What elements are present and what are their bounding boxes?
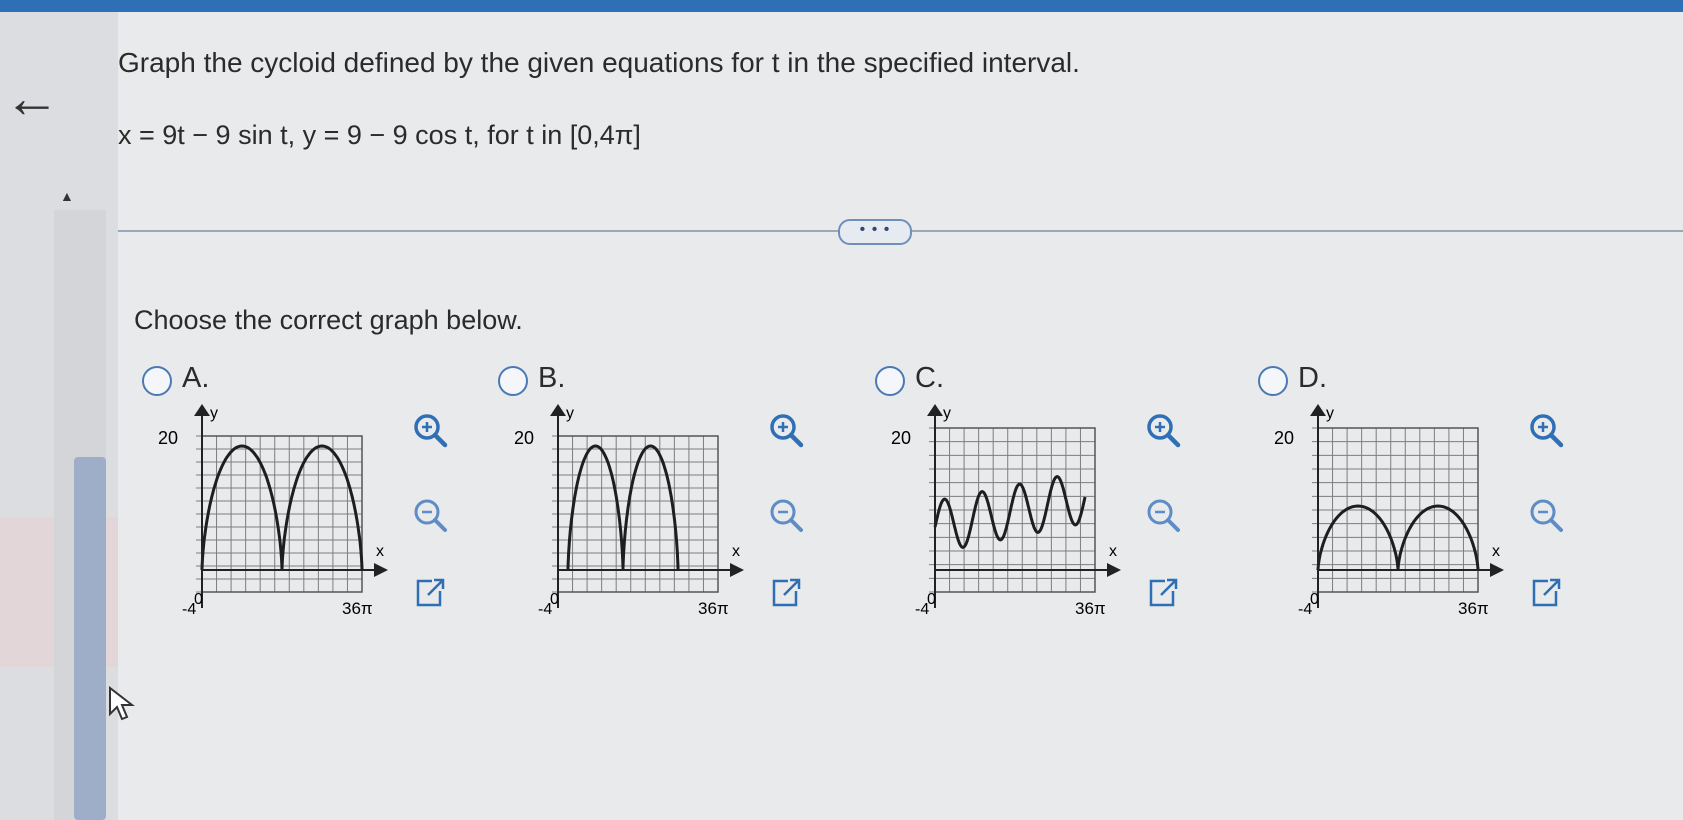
option-a-label: A. bbox=[182, 362, 210, 394]
curve-path bbox=[566, 444, 680, 570]
x-tick-max: 36π bbox=[342, 599, 373, 618]
y-tick-0: 0 bbox=[194, 591, 203, 608]
question-title: Graph the cycloid defined by the given e… bbox=[118, 47, 1080, 78]
curve-path bbox=[200, 444, 364, 570]
option-d-radio[interactable] bbox=[1258, 366, 1288, 396]
y-axis-label: y bbox=[1326, 405, 1334, 422]
option-d-graph[interactable]: y x 20 -4 0 36π bbox=[1258, 400, 1518, 625]
x-axis-label: x bbox=[376, 543, 384, 560]
zoom-in-icon[interactable] bbox=[1143, 410, 1183, 450]
zoom-out-icon[interactable] bbox=[766, 495, 806, 535]
curve-path bbox=[1316, 504, 1480, 570]
graph-svg: y x 20 -4 0 36π bbox=[158, 404, 388, 618]
y-tick-20: 20 bbox=[514, 428, 534, 448]
zoom-out-icon[interactable] bbox=[1526, 495, 1566, 535]
graph-svg: y x 20 -4 0 36π bbox=[891, 404, 1121, 618]
x-axis-arrow bbox=[730, 563, 744, 577]
y-axis-arrow bbox=[927, 404, 943, 416]
option-b-label: B. bbox=[538, 362, 566, 394]
x-axis-arrow bbox=[1490, 563, 1504, 577]
y-tick-0: 0 bbox=[1310, 591, 1319, 608]
y-axis-label: y bbox=[210, 405, 218, 422]
x-tick-max: 36π bbox=[1458, 599, 1489, 618]
zoom-out-icon[interactable] bbox=[1143, 495, 1183, 535]
x-tick-max: 36π bbox=[698, 599, 729, 618]
y-tick-20: 20 bbox=[891, 428, 911, 448]
y-tick-0: 0 bbox=[550, 591, 559, 608]
option-b-graph[interactable]: y x 20 -4 0 36π bbox=[498, 400, 758, 625]
x-axis-label: x bbox=[1492, 543, 1500, 560]
external-link-icon[interactable] bbox=[410, 573, 450, 613]
y-tick-0: 0 bbox=[927, 591, 936, 608]
scrollbar-thumb[interactable] bbox=[74, 457, 106, 820]
option-a: A. y x 20 -4 0 36π bbox=[142, 362, 502, 622]
curve-path bbox=[933, 475, 1087, 549]
external-link-icon[interactable] bbox=[1526, 573, 1566, 613]
y-axis-arrow bbox=[1310, 404, 1326, 416]
zoom-out-icon[interactable] bbox=[410, 495, 450, 535]
option-b-radio[interactable] bbox=[498, 366, 528, 396]
question-panel: Graph the cycloid defined by the given e… bbox=[118, 12, 1683, 820]
zoom-in-icon[interactable] bbox=[410, 410, 450, 450]
y-axis-label: y bbox=[566, 405, 574, 422]
x-axis-label: x bbox=[1109, 543, 1117, 560]
external-link-icon[interactable] bbox=[766, 573, 806, 613]
graph-svg: y x 20 -4 0 36π bbox=[1274, 404, 1504, 618]
y-tick-20: 20 bbox=[1274, 428, 1294, 448]
option-c: C. y x 20 -4 0 36π bbox=[875, 362, 1235, 622]
back-arrow-icon[interactable]: ← bbox=[4, 70, 62, 130]
x-axis-arrow bbox=[374, 563, 388, 577]
y-tick-20: 20 bbox=[158, 428, 178, 448]
more-button[interactable]: • • • bbox=[838, 219, 912, 245]
zoom-in-icon[interactable] bbox=[1526, 410, 1566, 450]
option-c-label: C. bbox=[915, 362, 944, 394]
cycloid-equation: x = 9t − 9 sin t, y = 9 − 9 cos t, for t… bbox=[118, 120, 641, 150]
zoom-in-icon[interactable] bbox=[766, 410, 806, 450]
option-c-graph[interactable]: y x 20 -4 0 36π bbox=[875, 400, 1135, 625]
option-d: D. y x 20 -4 0 36π bbox=[1258, 362, 1618, 622]
option-d-label: D. bbox=[1298, 362, 1327, 394]
y-axis-label: y bbox=[943, 405, 951, 422]
x-axis-arrow bbox=[1107, 563, 1121, 577]
option-a-radio[interactable] bbox=[142, 366, 172, 396]
top-bar bbox=[0, 0, 1683, 12]
option-a-graph[interactable]: y x 20 -4 0 36π bbox=[142, 400, 402, 625]
y-axis-arrow bbox=[194, 404, 210, 416]
answer-prompt: Choose the correct graph below. bbox=[134, 305, 523, 335]
x-axis-label: x bbox=[732, 543, 740, 560]
collapse-arrow-icon[interactable]: ▲ bbox=[60, 188, 74, 204]
y-axis-arrow bbox=[550, 404, 566, 416]
grid bbox=[552, 435, 719, 593]
option-b: B. y x 20 -4 0 36π bbox=[498, 362, 858, 622]
external-link-icon[interactable] bbox=[1143, 573, 1183, 613]
option-c-radio[interactable] bbox=[875, 366, 905, 396]
graph-svg: y x 20 -4 0 36π bbox=[514, 404, 744, 618]
x-tick-max: 36π bbox=[1075, 599, 1106, 618]
